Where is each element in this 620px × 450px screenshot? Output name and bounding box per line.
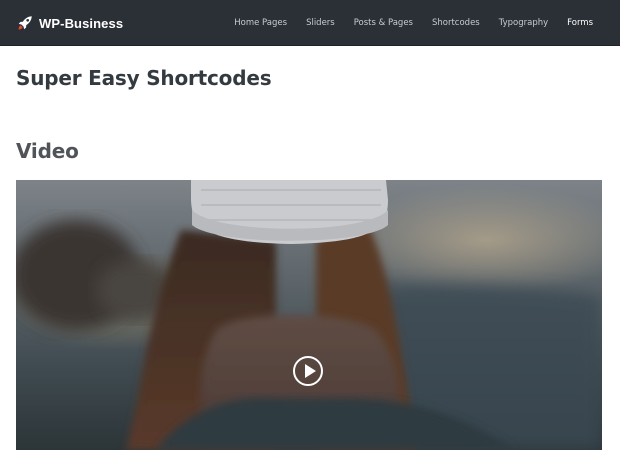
video-player[interactable] — [16, 180, 602, 450]
nav-item-forms[interactable]: Forms — [567, 18, 593, 28]
site-header: WP-Business Home Pages Sliders Posts & P… — [0, 0, 620, 46]
nav-item-typography[interactable]: Typography — [499, 18, 548, 28]
play-button[interactable] — [293, 356, 323, 386]
brand-name: WP-Business — [39, 15, 124, 31]
section-title-video: Video — [16, 139, 79, 163]
brand-logo[interactable]: WP-Business — [16, 11, 123, 35]
video-thumbnail — [16, 180, 602, 450]
nav-item-sliders[interactable]: Sliders — [306, 18, 335, 28]
rocket-icon — [18, 16, 32, 30]
nav-item-posts-pages[interactable]: Posts & Pages — [354, 18, 413, 28]
nav-item-shortcodes[interactable]: Shortcodes — [432, 18, 480, 28]
nav-item-home-pages[interactable]: Home Pages — [234, 18, 287, 28]
main-nav: Home Pages Sliders Posts & Pages Shortco… — [215, 0, 593, 46]
play-icon — [305, 364, 316, 378]
page-title: Super Easy Shortcodes — [16, 66, 272, 90]
